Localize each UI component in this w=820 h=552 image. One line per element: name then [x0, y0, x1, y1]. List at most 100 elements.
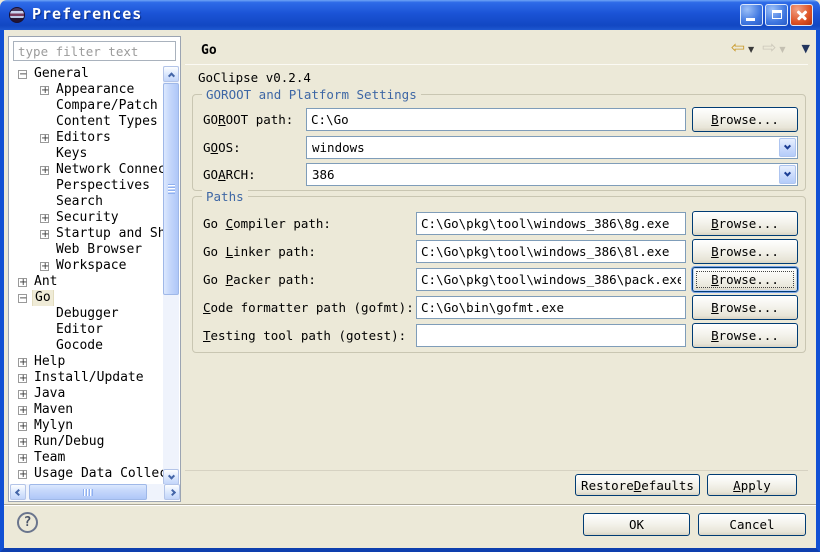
vertical-scrollbar[interactable] — [163, 66, 179, 485]
tree-item-team[interactable]: +Team — [10, 450, 164, 466]
gotest-browse-button[interactable]: Browse... — [692, 323, 798, 348]
tree-item-label: General — [32, 66, 91, 82]
tree-item-label: Mylyn — [32, 418, 75, 434]
tree-item-ant[interactable]: + Ant — [10, 274, 164, 290]
tree-item-workspace[interactable]: +Workspace — [10, 258, 164, 274]
combo-dropdown-button[interactable] — [779, 138, 796, 157]
expand-icon[interactable]: + — [18, 438, 27, 447]
chevron-down-icon — [784, 170, 791, 177]
apply-button[interactable]: Apply — [707, 474, 797, 496]
tree-item-go[interactable]: −Go — [10, 290, 164, 306]
scroll-right-button[interactable] — [164, 484, 180, 500]
collapse-icon[interactable]: − — [18, 70, 27, 79]
gotest-path-input[interactable] — [416, 324, 686, 347]
goroot-platform-group: GOROOT and Platform Settings GOROOT path… — [192, 94, 806, 191]
expand-icon[interactable]: + — [40, 134, 49, 143]
expand-icon[interactable]: + — [18, 470, 27, 479]
linker-path-input[interactable] — [416, 240, 686, 263]
tree-item-maven[interactable]: +Maven — [10, 402, 164, 418]
vertical-scroll-thumb[interactable] — [163, 83, 179, 295]
packer-browse-button[interactable]: Browse... — [692, 267, 798, 292]
chevron-right-icon — [168, 488, 175, 495]
tree-item-perspectives[interactable]: Perspectives — [10, 178, 164, 194]
ok-button[interactable]: OK — [583, 513, 690, 536]
tree-item-label: Appearance — [54, 82, 136, 98]
tree-item-label: Install/Update — [32, 370, 146, 386]
tree-item-compare-patch[interactable]: Compare/Patch — [10, 98, 164, 114]
cancel-button[interactable]: Cancel — [698, 513, 806, 536]
help-button[interactable]: ? — [17, 512, 38, 533]
tree-item-label: Editor — [54, 322, 105, 338]
gofmt-browse-button[interactable]: Browse... — [692, 295, 798, 320]
expand-icon[interactable]: + — [18, 406, 27, 415]
tree-item-help[interactable]: +Help — [10, 354, 164, 370]
tree-item-editor[interactable]: Editor — [10, 322, 164, 338]
expand-icon[interactable]: + — [40, 214, 49, 223]
expand-icon[interactable]: + — [40, 230, 49, 239]
packer-path-input[interactable] — [416, 268, 686, 291]
goarch-select[interactable]: 386 — [306, 163, 798, 186]
tree-item-debugger[interactable]: Debugger — [10, 306, 164, 322]
scroll-up-button[interactable] — [163, 66, 179, 82]
maximize-button[interactable] — [765, 4, 788, 26]
goroot-path-label: GOROOT path: — [203, 112, 293, 127]
tree-item-security[interactable]: +Security — [10, 210, 164, 226]
restore-defaults-button[interactable]: Restore Defaults — [575, 474, 700, 496]
view-menu-button[interactable]: ▼ — [802, 42, 810, 55]
filter-input[interactable] — [13, 41, 176, 61]
scroll-down-button[interactable] — [163, 469, 179, 485]
goos-select[interactable]: windows — [306, 136, 798, 159]
title-bar[interactable]: Preferences — [0, 0, 820, 30]
tree-item-java[interactable]: +Java — [10, 386, 164, 402]
help-icon: ? — [24, 515, 32, 530]
scroll-left-button[interactable] — [10, 484, 26, 500]
maximize-icon — [772, 10, 782, 19]
tree-item-editors[interactable]: + Editors — [10, 130, 164, 146]
minimize-button[interactable] — [740, 4, 763, 26]
expand-icon[interactable]: + — [40, 166, 49, 175]
tree-item-install-update[interactable]: + Install/Update — [10, 370, 164, 386]
tree-item-appearance[interactable]: + Appearance — [10, 82, 164, 98]
horizontal-scroll-thumb[interactable] — [29, 484, 147, 500]
expand-icon[interactable]: + — [18, 422, 27, 431]
tree-item-run-debug[interactable]: +Run/Debug — [10, 434, 164, 450]
tree-item-mylyn[interactable]: + Mylyn — [10, 418, 164, 434]
tree-item-label: Content Types — [54, 114, 160, 130]
close-button[interactable] — [790, 4, 813, 26]
expand-icon[interactable]: + — [40, 262, 49, 271]
expand-icon[interactable]: + — [18, 358, 27, 367]
window-title: Preferences — [32, 5, 142, 23]
preferences-tree: −General+AppearanceCompare/PatchContent … — [10, 66, 164, 484]
tree-item-keys[interactable]: Keys — [10, 146, 164, 162]
tree-item-content-types[interactable]: Content Types — [10, 114, 164, 130]
page-title: Go — [201, 43, 217, 58]
tree-item-label: Editors — [54, 130, 113, 146]
compiler-browse-button[interactable]: Browse... — [692, 211, 798, 236]
combo-dropdown-button[interactable] — [779, 165, 796, 184]
tree-item-network-connect[interactable]: +Network Connect — [10, 162, 164, 178]
goroot-path-input[interactable] — [306, 108, 686, 131]
expand-icon[interactable]: + — [18, 374, 27, 383]
forward-history-dropdown[interactable]: ▼ — [779, 45, 785, 54]
expand-icon[interactable]: + — [40, 86, 49, 95]
tree-item-general[interactable]: −General — [10, 66, 164, 82]
horizontal-scrollbar[interactable] — [10, 484, 180, 500]
expand-icon[interactable]: + — [18, 454, 27, 463]
tree-item-usage-data-collect[interactable]: +Usage Data Collect — [10, 466, 164, 482]
compiler-path-input[interactable] — [416, 212, 686, 235]
goroot-browse-button[interactable]: Browse... — [692, 107, 798, 132]
tree-item-startup-and-shu[interactable]: +Startup and Shu — [10, 226, 164, 242]
tree-item-search[interactable]: Search — [10, 194, 164, 210]
back-button[interactable]: ⇦ — [731, 40, 745, 57]
forward-button[interactable]: ⇨ — [762, 40, 776, 57]
collapse-icon[interactable]: − — [18, 294, 27, 303]
linker-browse-button[interactable]: Browse... — [692, 239, 798, 264]
gofmt-path-input[interactable] — [416, 296, 686, 319]
expand-icon[interactable]: + — [18, 390, 27, 399]
goarch-label: GOARCH: — [203, 167, 256, 182]
tree-item-web-browser[interactable]: Web Browser — [10, 242, 164, 258]
expand-icon[interactable]: + — [18, 278, 27, 287]
tree-item-label: Ant — [32, 274, 59, 290]
back-history-dropdown[interactable]: ▼ — [748, 45, 754, 54]
tree-item-gocode[interactable]: Gocode — [10, 338, 164, 354]
